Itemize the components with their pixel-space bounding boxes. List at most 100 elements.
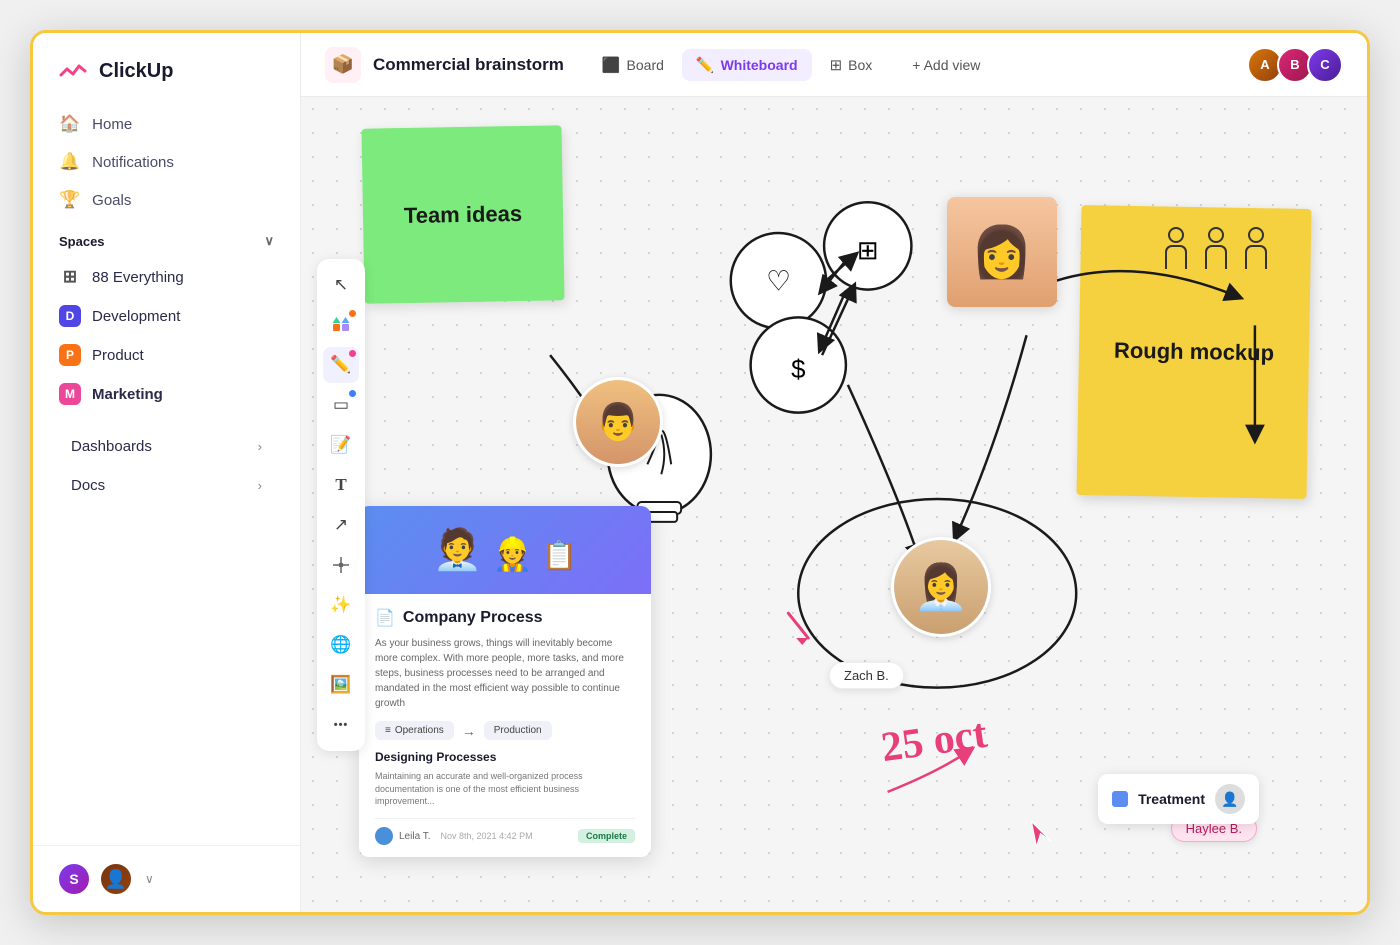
doc-card[interactable]: 🧑‍💼 👷 📋 📄 Company Process As your busine… bbox=[359, 506, 651, 857]
whiteboard-icon: ✏️ bbox=[696, 56, 715, 74]
person-head-1 bbox=[1168, 227, 1184, 243]
treatment-label: Treatment bbox=[1138, 791, 1205, 807]
product-icon: P bbox=[59, 344, 81, 366]
spaces-list: ⊞ 88 Everything D Development P Product … bbox=[33, 257, 300, 414]
person-label-zach: Zach B. bbox=[829, 662, 904, 689]
svg-text:⊞: ⊞ bbox=[857, 237, 879, 265]
add-view-button[interactable]: + Add view bbox=[898, 50, 994, 80]
rectangle-tool[interactable]: ▭ bbox=[323, 387, 359, 423]
user-menu-chevron-icon[interactable]: ∨ bbox=[145, 872, 154, 886]
marketing-label: Marketing bbox=[92, 386, 163, 403]
svg-text:♡: ♡ bbox=[766, 266, 791, 297]
globe-tool[interactable]: 🌐 bbox=[323, 627, 359, 663]
sticky-mockup-text: Rough mockup bbox=[1114, 338, 1275, 367]
development-label: Development bbox=[92, 308, 180, 325]
cursor-tool[interactable]: ↖ bbox=[323, 267, 359, 303]
canvas-avatar-woman-right: 👩 bbox=[947, 197, 1057, 307]
user-avatar-2[interactable]: 👤 bbox=[99, 862, 133, 896]
sidebar-item-home[interactable]: 🏠 Home bbox=[45, 105, 288, 143]
sparkle-tool[interactable]: ✨ bbox=[323, 587, 359, 623]
logo[interactable]: ClickUp bbox=[33, 33, 300, 105]
shapes-tool[interactable] bbox=[323, 307, 359, 343]
sidebar-goals-label: Goals bbox=[92, 192, 131, 209]
tab-box[interactable]: ⊞ Box bbox=[816, 49, 887, 81]
canvas-avatar-woman-center: 👩‍💼 bbox=[891, 537, 991, 637]
person-body-2 bbox=[1205, 245, 1227, 269]
sidebar-item-docs[interactable]: Docs › bbox=[45, 465, 288, 504]
flow-arrow-icon: → bbox=[462, 723, 476, 739]
doc-card-description: As your business grows, things will inev… bbox=[375, 636, 635, 711]
treatment-card[interactable]: Treatment 👤 bbox=[1098, 774, 1259, 824]
person-head-2 bbox=[1208, 227, 1224, 243]
tab-whiteboard[interactable]: ✏️ Whiteboard bbox=[682, 49, 812, 81]
toolbar-avatar-3[interactable]: C bbox=[1307, 47, 1343, 83]
main-area: 📦 Commercial brainstorm ⬛ Board ✏️ White… bbox=[301, 33, 1367, 912]
more-tools[interactable]: ••• bbox=[323, 707, 359, 743]
tab-whiteboard-label: Whiteboard bbox=[721, 57, 798, 73]
box-icon: ⊞ bbox=[830, 56, 843, 74]
doc-author: Leila T. bbox=[399, 831, 431, 842]
person-icon-3 bbox=[1245, 227, 1267, 269]
network-tool[interactable] bbox=[323, 547, 359, 583]
bell-icon: 🔔 bbox=[59, 152, 80, 172]
everything-icon: ⊞ bbox=[59, 266, 81, 288]
people-icons-group bbox=[1165, 227, 1267, 269]
sticky-team-text: Team ideas bbox=[404, 200, 523, 228]
sidebar-bottom: S 👤 ∨ bbox=[33, 845, 300, 912]
author-dot bbox=[375, 827, 393, 845]
sidebar-nav: 🏠 Home 🔔 Notifications 🏆 Goals bbox=[33, 105, 300, 219]
person-icon-2 bbox=[1205, 227, 1227, 269]
flow-to-label: Production bbox=[494, 725, 542, 736]
spaces-label: Spaces bbox=[59, 234, 105, 249]
person-body-3 bbox=[1245, 245, 1267, 269]
sticky-note-team-ideas[interactable]: Team ideas bbox=[361, 125, 564, 303]
flow-from-label: Operations bbox=[395, 725, 444, 736]
trophy-icon: 🏆 bbox=[59, 190, 80, 210]
home-icon: 🏠 bbox=[59, 114, 80, 134]
product-label: Product bbox=[92, 347, 144, 364]
everything-label: 88 Everything bbox=[92, 269, 184, 286]
sidebar-item-dashboards[interactable]: Dashboards › bbox=[45, 426, 288, 465]
sticky-tool[interactable]: 📝 bbox=[323, 427, 359, 463]
tab-box-label: Box bbox=[848, 57, 872, 73]
person-head-3 bbox=[1248, 227, 1264, 243]
doc-card-subtext: Maintaining an accurate and well-organiz… bbox=[375, 770, 635, 808]
doc-card-flow: ≡ Operations → Production bbox=[375, 721, 635, 740]
pencil-tool[interactable]: ✏️ bbox=[323, 347, 359, 383]
svg-text:$: $ bbox=[791, 356, 805, 384]
toolbar-avatars: A B C bbox=[1247, 47, 1343, 83]
sidebar-item-notifications[interactable]: 🔔 Notifications bbox=[45, 143, 288, 181]
marketing-icon: M bbox=[59, 383, 81, 405]
sidebar: ClickUp 🏠 Home 🔔 Notifications 🏆 Goals S… bbox=[33, 33, 301, 912]
user-avatar-s[interactable]: S bbox=[57, 862, 91, 896]
sidebar-home-label: Home bbox=[92, 116, 132, 133]
sidebar-item-goals[interactable]: 🏆 Goals bbox=[45, 181, 288, 219]
dashboards-label: Dashboards bbox=[71, 438, 152, 455]
doc-card-header: 🧑‍💼 👷 📋 bbox=[359, 506, 651, 594]
treatment-avatar: 👤 bbox=[1215, 784, 1245, 814]
add-view-label: + Add view bbox=[912, 57, 980, 73]
image-tool[interactable]: 🖼️ bbox=[323, 667, 359, 703]
page-title: Commercial brainstorm bbox=[373, 55, 564, 75]
sidebar-item-everything[interactable]: ⊞ 88 Everything bbox=[45, 258, 288, 296]
flow-to: Production bbox=[484, 721, 552, 740]
whiteboard-canvas[interactable]: ↖ ✏️ ▭ 📝 T ↗ ✨ 🌐 🖼️ bbox=[301, 97, 1367, 912]
connector-tool[interactable]: ↗ bbox=[323, 507, 359, 543]
page-type-icon: 📦 bbox=[325, 47, 361, 83]
docs-label: Docs bbox=[71, 477, 105, 494]
development-icon: D bbox=[59, 305, 81, 327]
doc-status-badge: Complete bbox=[578, 829, 635, 843]
spaces-chevron-icon[interactable]: ∨ bbox=[264, 233, 274, 249]
sidebar-item-marketing[interactable]: M Marketing bbox=[45, 375, 288, 413]
text-tool[interactable]: T bbox=[323, 467, 359, 503]
sidebar-item-development[interactable]: D Development bbox=[45, 297, 288, 335]
tab-board[interactable]: ⬛ Board bbox=[588, 49, 678, 81]
toolbar-title-group: 📦 Commercial brainstorm bbox=[325, 47, 564, 83]
sidebar-item-product[interactable]: P Product bbox=[45, 336, 288, 374]
logo-text: ClickUp bbox=[99, 60, 173, 83]
date-label: 25 oct bbox=[878, 710, 990, 772]
flow-from: ≡ Operations bbox=[375, 721, 454, 740]
doc-card-footer: Leila T. Nov 8th, 2021 4:42 PM Complete bbox=[375, 818, 635, 845]
docs-chevron-icon: › bbox=[258, 478, 262, 493]
person-icon-1 bbox=[1165, 227, 1187, 269]
